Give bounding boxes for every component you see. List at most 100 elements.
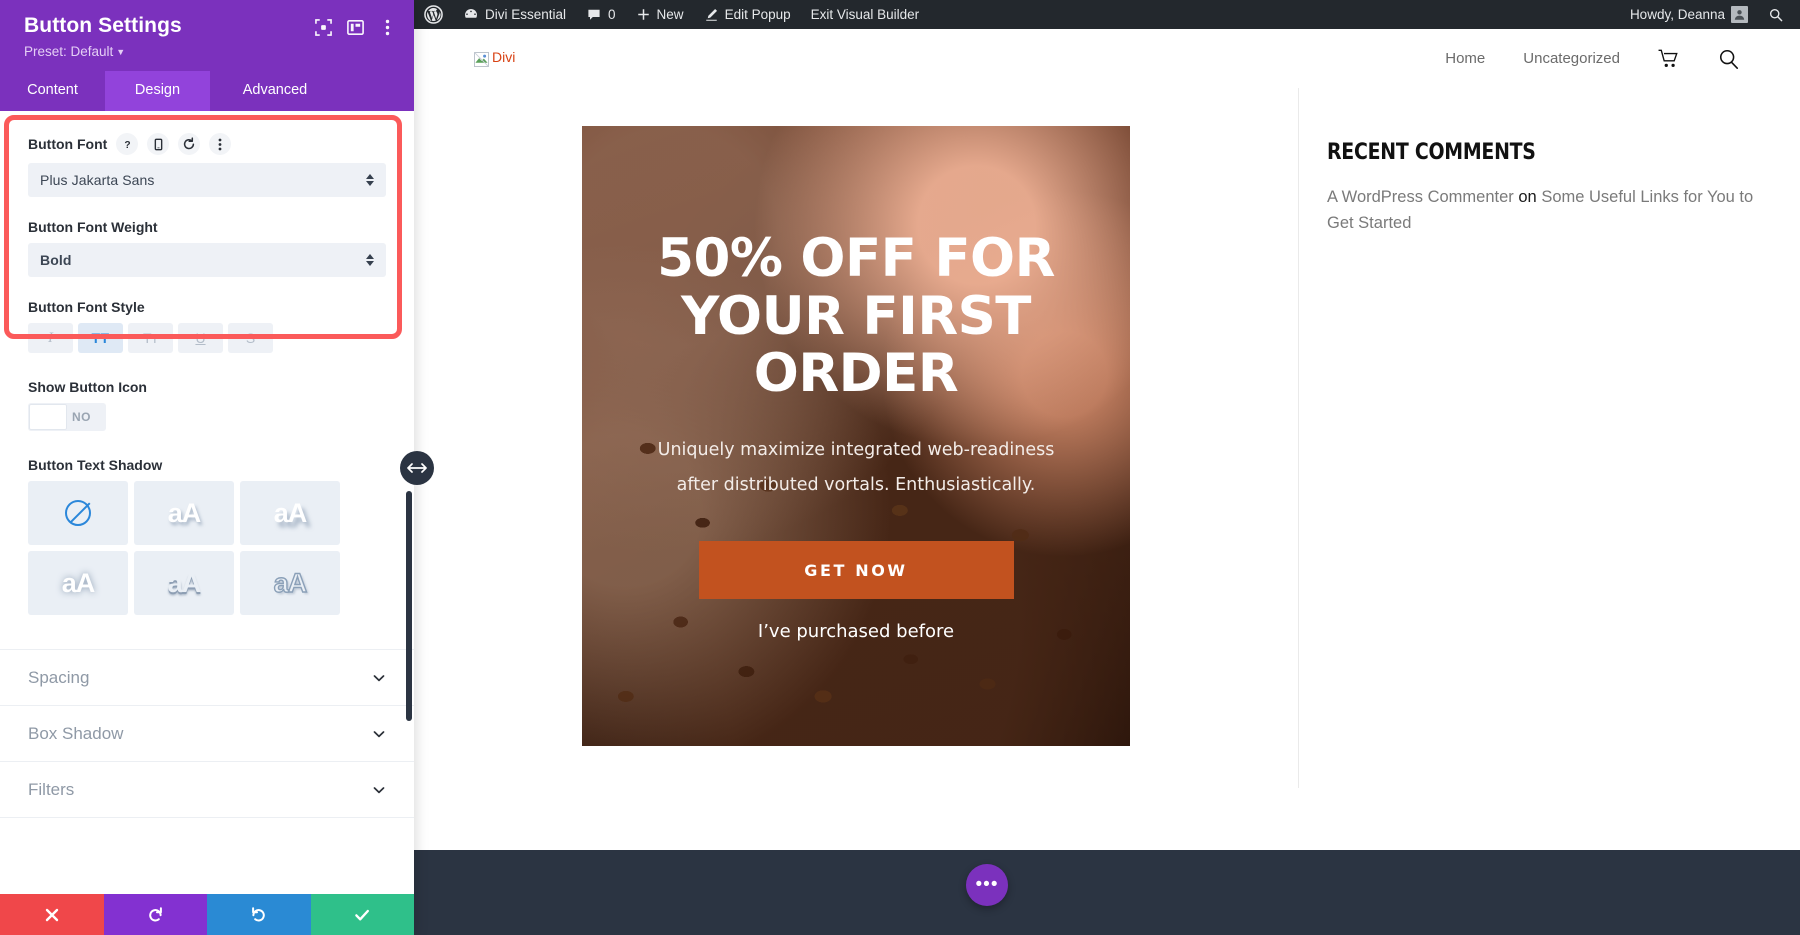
admin-bar-comment-count: 0 bbox=[608, 7, 616, 22]
popup-subtext: Uniquely maximize integrated web-readine… bbox=[657, 440, 1055, 496]
horizontal-arrows-icon bbox=[407, 463, 427, 473]
accordion-filters[interactable]: Filters bbox=[0, 762, 414, 819]
button-font-weight-label: Button Font Weight bbox=[28, 219, 158, 236]
button-font-weight-label-row: Button Font Weight bbox=[28, 219, 386, 235]
accordion-spacing-label: Spacing bbox=[28, 667, 90, 687]
font-style-small-caps-button[interactable]: Tт bbox=[128, 323, 173, 354]
font-style-uppercase-button[interactable]: TT bbox=[78, 323, 123, 354]
settings-panel-tabs: Content Design Advanced bbox=[0, 71, 414, 112]
preset-selector[interactable]: Preset: Default ▼ bbox=[24, 44, 182, 59]
admin-bar-exit-vb-label: Exit Visual Builder bbox=[810, 7, 920, 22]
admin-bar-left-group: Divi Essential 0 New Edit Popup Exit Vis… bbox=[414, 0, 929, 29]
font-style-underline-button[interactable]: U bbox=[178, 323, 223, 354]
kebab-menu-icon[interactable] bbox=[378, 18, 396, 36]
settings-panel-scrollbar[interactable] bbox=[406, 491, 412, 722]
admin-bar-my-account[interactable]: Howdy, Deanna bbox=[1620, 0, 1758, 29]
text-shadow-preset-5-button[interactable]: aA bbox=[240, 551, 340, 616]
popup-content: 50% OFF FOR YOUR FIRST ORDER Uniquely ma… bbox=[641, 227, 1071, 642]
accordion-filters-label: Filters bbox=[28, 779, 75, 799]
toggle-value-label: NO bbox=[72, 410, 91, 425]
site-sidebar: Recent Comments A WordPress Commenter on… bbox=[1298, 88, 1800, 788]
font-style-strikethrough-glyph: S bbox=[245, 330, 256, 347]
field-button-text-shadow: Button Text Shadow aA aA aA aA aA bbox=[0, 431, 414, 616]
comment-author[interactable]: A WordPress Commenter bbox=[1327, 188, 1514, 206]
layout-columns-icon[interactable] bbox=[346, 18, 364, 36]
settings-scroll-area: Button Font ? Plus Jakarta Sans Button F… bbox=[0, 111, 414, 894]
panel-resize-handle[interactable] bbox=[400, 451, 434, 485]
font-style-strikethrough-button[interactable]: S bbox=[228, 323, 273, 354]
button-font-weight-select[interactable]: Bold bbox=[28, 243, 386, 278]
kebab-menu-icon[interactable] bbox=[209, 133, 232, 156]
promo-popup-module: 50% OFF FOR YOUR FIRST ORDER Uniquely ma… bbox=[582, 126, 1130, 746]
panel-title: Button Settings bbox=[24, 14, 182, 37]
redo-button[interactable] bbox=[207, 894, 311, 935]
text-shadow-preset-3-button[interactable]: aA bbox=[28, 551, 128, 616]
field-button-font: Button Font ? Plus Jakarta Sans bbox=[0, 111, 414, 198]
text-shadow-preset-4-glyph: aA bbox=[167, 567, 202, 598]
font-style-italic-button[interactable]: I bbox=[28, 323, 73, 354]
button-font-label-row: Button Font ? bbox=[28, 133, 386, 156]
admin-bar-item-edit-popup[interactable]: Edit Popup bbox=[694, 0, 801, 29]
content-column: 50% OFF FOR YOUR FIRST ORDER Uniquely ma… bbox=[414, 88, 1298, 788]
undo-button[interactable] bbox=[103, 894, 207, 935]
text-shadow-preset-1-glyph: aA bbox=[167, 497, 202, 528]
tab-advanced[interactable]: Advanced bbox=[210, 71, 340, 111]
panel-header-actions bbox=[314, 14, 396, 36]
comment-on-word: on bbox=[1518, 188, 1537, 206]
chevron-down-icon bbox=[372, 783, 386, 797]
cart-icon[interactable] bbox=[1658, 49, 1680, 69]
font-style-button-group: I TT Tт U S bbox=[28, 323, 386, 354]
site-logo-alt-text: Divi bbox=[492, 49, 516, 65]
settings-panel-body: Button Font ? Plus Jakarta Sans Button F… bbox=[0, 111, 414, 894]
admin-bar-edit-popup-label: Edit Popup bbox=[724, 7, 791, 22]
recent-comment-item: A WordPress Commenter on Some Useful Lin… bbox=[1327, 185, 1760, 236]
tab-content[interactable]: Content bbox=[0, 71, 105, 111]
button-font-select[interactable]: Plus Jakarta Sans bbox=[28, 163, 386, 198]
text-shadow-none-button[interactable] bbox=[28, 481, 128, 546]
focus-target-icon[interactable] bbox=[314, 18, 332, 36]
font-style-underline-glyph: U bbox=[195, 330, 206, 347]
text-shadow-preset-2-button[interactable]: aA bbox=[240, 481, 340, 546]
admin-bar-howdy-label: Howdy, Deanna bbox=[1629, 7, 1725, 22]
chevron-down-icon bbox=[372, 671, 386, 685]
field-show-button-icon: Show Button Icon NO bbox=[0, 353, 414, 432]
search-icon[interactable] bbox=[1718, 48, 1740, 70]
tab-design[interactable]: Design bbox=[105, 71, 210, 112]
nav-item-home[interactable]: Home bbox=[1445, 50, 1485, 67]
help-icon[interactable]: ? bbox=[116, 133, 139, 156]
button-text-shadow-label: Button Text Shadow bbox=[28, 457, 163, 474]
button-font-label: Button Font bbox=[28, 136, 108, 153]
search-icon bbox=[1769, 8, 1783, 21]
wp-logo-menu[interactable] bbox=[414, 0, 453, 29]
accordion-box-shadow[interactable]: Box Shadow bbox=[0, 706, 414, 763]
show-button-icon-toggle[interactable]: NO bbox=[28, 403, 106, 432]
text-shadow-preset-4-button[interactable]: aA bbox=[134, 551, 234, 616]
admin-bar-item-comments[interactable]: 0 bbox=[576, 0, 626, 29]
accordion-spacing[interactable]: Spacing bbox=[0, 650, 414, 707]
cancel-button[interactable] bbox=[0, 894, 104, 935]
admin-bar-item-new[interactable]: New bbox=[626, 0, 694, 29]
purchased-before-link[interactable]: I’ve purchased before bbox=[641, 621, 1071, 642]
wordpress-icon bbox=[424, 5, 443, 24]
select-spinner-icon bbox=[366, 254, 374, 267]
admin-bar-item-exit-visual-builder[interactable]: Exit Visual Builder bbox=[801, 0, 930, 29]
nav-item-uncategorized[interactable]: Uncategorized bbox=[1523, 50, 1620, 67]
toggle-knob bbox=[29, 404, 67, 431]
dashboard-icon bbox=[465, 8, 477, 18]
get-now-button[interactable]: GET NOW bbox=[698, 541, 1014, 600]
field-button-font-weight: Button Font Weight Bold bbox=[0, 197, 414, 278]
admin-bar-item-site-name[interactable]: Divi Essential bbox=[453, 0, 576, 29]
admin-bar-search-button[interactable] bbox=[1758, 0, 1794, 29]
site-main: 50% OFF FOR YOUR FIRST ORDER Uniquely ma… bbox=[414, 88, 1800, 788]
mobile-icon[interactable] bbox=[147, 133, 170, 156]
visual-builder-menu-fab[interactable]: ••• bbox=[966, 864, 1008, 906]
settings-panel-footer bbox=[0, 894, 414, 935]
popup-heading: 50% OFF FOR YOUR FIRST ORDER bbox=[657, 227, 1055, 405]
save-button[interactable] bbox=[310, 894, 414, 935]
button-text-shadow-label-row: Button Text Shadow bbox=[28, 457, 386, 473]
reset-icon[interactable] bbox=[178, 133, 201, 156]
site-logo-broken-image[interactable]: Divi bbox=[474, 50, 515, 67]
admin-bar-new-label: New bbox=[656, 7, 684, 22]
button-font-weight-value: Bold bbox=[40, 252, 72, 269]
text-shadow-preset-1-button[interactable]: aA bbox=[134, 481, 234, 546]
